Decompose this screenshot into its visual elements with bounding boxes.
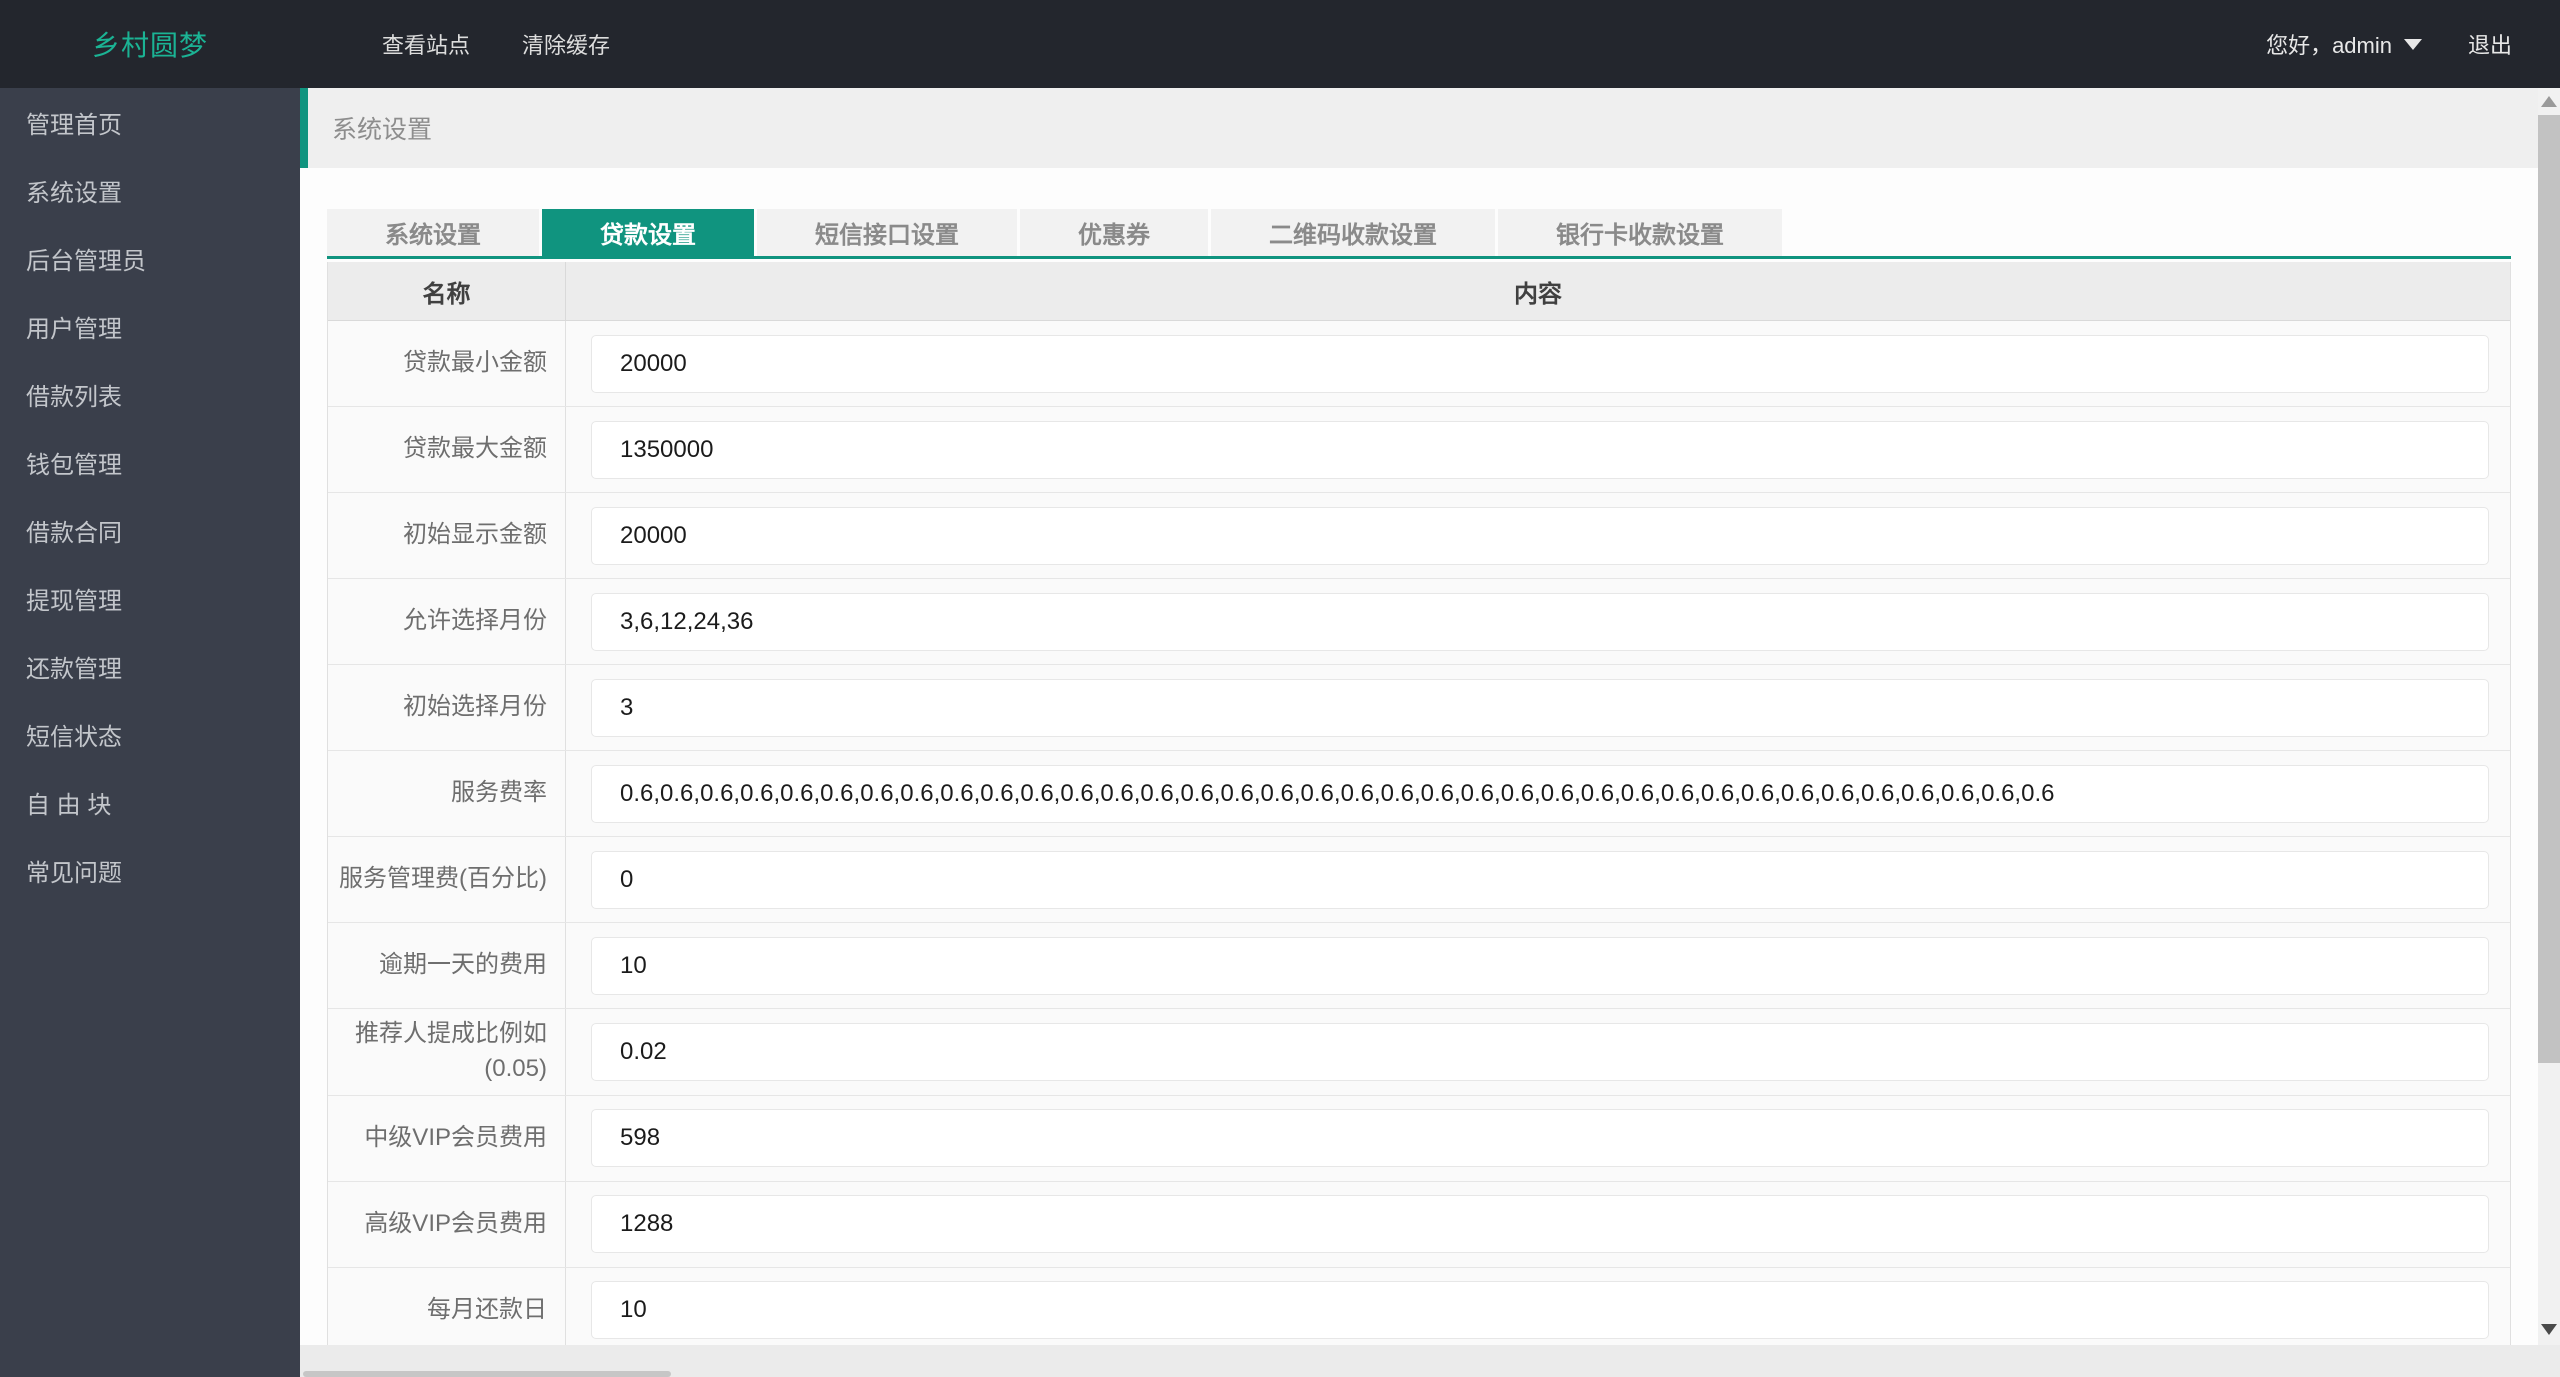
tab-item[interactable]: 短信接口设置 (757, 209, 1017, 256)
setting-value-cell (566, 407, 2510, 492)
sidebar-item[interactable]: 用户管理 (0, 296, 300, 364)
setting-value-input[interactable] (591, 334, 2489, 393)
sidebar-item[interactable]: 提现管理 (0, 568, 300, 636)
sidebar-menu: 管理首页 系统设置 后台管理员 用户管理 借款列表 钱包管理 借款合同 提现管理… (0, 88, 300, 908)
table-row: 中级VIP会员费用 (328, 1095, 2510, 1182)
table-header-row: 名称 内容 (328, 262, 2510, 321)
tab-item[interactable]: 二维码收款设置 (1211, 209, 1495, 256)
table-row: 贷款最小金额 (328, 321, 2510, 407)
column-header-content: 内容 (1514, 280, 1562, 308)
setting-label: 服务费率 (328, 751, 566, 836)
setting-value-cell (566, 1268, 2510, 1345)
setting-value-input[interactable] (591, 678, 2489, 737)
tab-item[interactable]: 银行卡收款设置 (1498, 209, 1782, 256)
setting-label: 允许选择月份 (328, 579, 566, 664)
table-row: 高级VIP会员费用 (328, 1181, 2510, 1268)
setting-label: 初始选择月份 (328, 665, 566, 750)
setting-value-cell (566, 1182, 2510, 1267)
setting-label: 服务管理费(百分比) (328, 837, 566, 922)
page-title: 系统设置 (332, 116, 433, 144)
table-row: 每月还款日 (328, 1267, 2510, 1345)
bottom-strip (300, 1345, 2560, 1377)
setting-value-cell (566, 665, 2510, 750)
table-row: 推荐人提成比例如(0.05) (328, 1009, 2510, 1096)
scroll-up-icon[interactable] (2541, 96, 2557, 107)
tab-item[interactable]: 优惠券 (1020, 209, 1208, 256)
settings-tabs: 系统设置 贷款设置 短信接口设置 优惠券 二维码收款设置 银行卡收款设置 (327, 209, 2511, 259)
sidebar: 管理首页 系统设置 后台管理员 用户管理 借款列表 钱包管理 借款合同 提现管理… (0, 88, 300, 1377)
user-menu[interactable]: 您好，admin (2266, 28, 2422, 60)
column-header-name: 名称 (328, 262, 566, 320)
vertical-scrollbar[interactable] (2538, 88, 2560, 1345)
breadcrumb: 系统设置 (308, 88, 2538, 168)
setting-value-cell (566, 321, 2510, 406)
setting-label: 推荐人提成比例如(0.05) (328, 1009, 566, 1095)
setting-value-cell (566, 837, 2510, 922)
main-content: 系统设置 贷款设置 短信接口设置 优惠券 二维码收款设置 银行卡收款设置 名称 … (300, 168, 2538, 1345)
setting-value-cell (566, 1009, 2510, 1095)
top-bar-right: 您好，admin 退出 (2266, 28, 2560, 60)
setting-value-cell (566, 751, 2510, 836)
top-menu-item[interactable]: 查看站点 (356, 0, 496, 88)
setting-label: 高级VIP会员费用 (328, 1181, 566, 1267)
setting-value-input[interactable] (591, 936, 2489, 995)
settings-table: 名称 内容 贷款最小金额 贷款最大金额 (327, 262, 2511, 1345)
table-row: 服务费率 (328, 751, 2510, 837)
breadcrumb-accent-bar (300, 88, 308, 168)
tab-item[interactable]: 系统设置 (327, 209, 539, 256)
sidebar-item[interactable]: 后台管理员 (0, 228, 300, 296)
setting-value-input[interactable] (591, 1281, 2489, 1340)
sidebar-item[interactable]: 借款列表 (0, 364, 300, 432)
setting-value-input[interactable] (591, 420, 2489, 479)
scroll-down-icon[interactable] (2541, 1324, 2557, 1335)
setting-value-input[interactable] (591, 764, 2489, 823)
table-row: 初始显示金额 (328, 493, 2510, 579)
setting-value-input[interactable] (591, 1195, 2489, 1254)
table-row: 允许选择月份 (328, 579, 2510, 665)
table-body: 贷款最小金额 贷款最大金额 初始显示金额 (328, 321, 2510, 1345)
table-row: 逾期一天的费用 (328, 923, 2510, 1009)
sidebar-item[interactable]: 管理首页 (0, 92, 300, 160)
setting-label: 贷款最小金额 (328, 321, 566, 406)
sidebar-item[interactable]: 短信状态 (0, 704, 300, 772)
brand-logo: 乡村圆梦 (91, 30, 208, 61)
sidebar-item[interactable]: 自 由 块 (0, 772, 300, 840)
table-row: 贷款最大金额 (328, 407, 2510, 493)
sidebar-item[interactable]: 钱包管理 (0, 432, 300, 500)
top-menu: 查看站点 清除缓存 (356, 0, 636, 88)
setting-label: 中级VIP会员费用 (328, 1095, 566, 1181)
top-bar: 乡村圆梦 查看站点 清除缓存 您好，admin 退出 (0, 0, 2560, 88)
table-row: 初始选择月份 (328, 665, 2510, 751)
sidebar-item[interactable]: 系统设置 (0, 160, 300, 228)
logout-button[interactable]: 退出 (2468, 28, 2512, 60)
chevron-down-icon (2403, 38, 2422, 50)
top-menu-item[interactable]: 清除缓存 (496, 0, 636, 88)
setting-value-input[interactable] (591, 850, 2489, 909)
vertical-scrollbar-thumb[interactable] (2538, 115, 2560, 1063)
setting-value-cell (566, 493, 2510, 578)
horizontal-scrollbar-thumb[interactable] (303, 1371, 671, 1377)
setting-value-cell (566, 579, 2510, 664)
tab-item[interactable]: 贷款设置 (542, 209, 754, 256)
setting-value-input[interactable] (591, 506, 2489, 565)
setting-value-input[interactable] (591, 1022, 2489, 1081)
setting-value-input[interactable] (591, 1109, 2489, 1168)
table-row: 服务管理费(百分比) (328, 837, 2510, 923)
setting-value-input[interactable] (591, 592, 2489, 651)
sidebar-item[interactable]: 借款合同 (0, 500, 300, 568)
greeting-text: 您好，admin (2266, 33, 2392, 58)
setting-value-cell (566, 923, 2510, 1008)
setting-label: 初始显示金额 (328, 493, 566, 578)
setting-label: 贷款最大金额 (328, 407, 566, 492)
sidebar-item[interactable]: 还款管理 (0, 636, 300, 704)
setting-value-cell (566, 1096, 2510, 1181)
setting-label: 逾期一天的费用 (328, 923, 566, 1008)
setting-label: 每月还款日 (328, 1267, 566, 1345)
sidebar-item[interactable]: 常见问题 (0, 840, 300, 908)
